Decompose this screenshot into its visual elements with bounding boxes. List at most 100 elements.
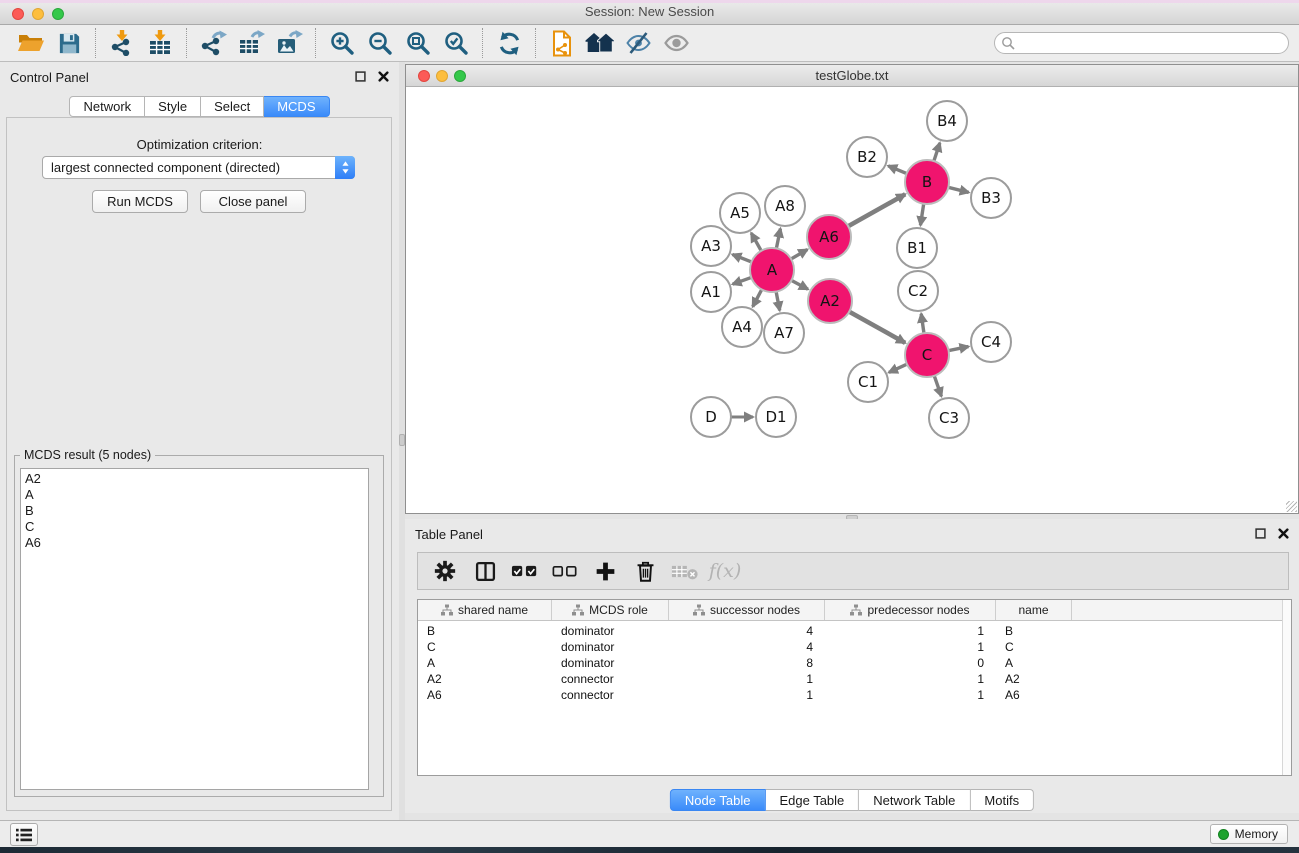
table-cell: 4	[669, 624, 825, 638]
table-tab-node-table[interactable]: Node Table	[670, 789, 766, 811]
graph-node-C3[interactable]: C3	[929, 398, 969, 438]
toolbar-separator	[535, 28, 536, 58]
memory-label: Memory	[1235, 827, 1278, 841]
float-panel-icon[interactable]	[355, 71, 366, 82]
table-tab-edge-table[interactable]: Edge Table	[765, 789, 859, 811]
network-graph: A A1 A2 A3 A4 A5 A6 A7 A8 B B1 B2 B3B4 C C1 C2 C3C4 D D1	[406, 87, 1298, 513]
control-tab-network[interactable]: Network	[69, 96, 145, 117]
column-header-predecessor-nodes[interactable]: predecessor nodes	[825, 600, 996, 620]
graph-node-D[interactable]: D	[691, 397, 731, 437]
hide-selected-button[interactable]	[619, 27, 657, 59]
graph-node-A6[interactable]: A6	[807, 215, 851, 259]
delete-table-button[interactable]	[668, 555, 702, 587]
mcds-result-item[interactable]: B	[25, 503, 368, 519]
table-row[interactable]: Adominator80A	[418, 655, 1282, 671]
table-cell: C	[418, 640, 552, 654]
open-file-button[interactable]	[12, 27, 50, 59]
table-tab-motifs[interactable]: Motifs	[970, 789, 1034, 811]
desktop-edge-strip	[0, 0, 1299, 3]
show-all-button[interactable]	[657, 27, 695, 59]
control-tab-select[interactable]: Select	[201, 96, 264, 117]
network-window-titlebar[interactable]: testGlobe.txt	[406, 65, 1298, 87]
graph-node-B[interactable]: B	[905, 160, 949, 204]
new-column-button[interactable]	[588, 555, 622, 587]
save-session-button[interactable]	[50, 27, 88, 59]
delete-columns-button[interactable]	[628, 555, 662, 587]
zoom-selected-button[interactable]	[437, 27, 475, 59]
run-mcds-button[interactable]: Run MCDS	[92, 190, 188, 213]
graph-node-A8[interactable]: A8	[765, 186, 805, 226]
graph-node-label: A2	[820, 292, 840, 310]
close-panel-button[interactable]: Close panel	[200, 190, 306, 213]
control-tab-mcds[interactable]: MCDS	[264, 96, 329, 117]
table-header-row: shared nameMCDS rolesuccessor nodesprede…	[418, 600, 1291, 621]
table-scrollbar[interactable]	[1282, 600, 1291, 775]
close-panel-icon[interactable]	[378, 71, 389, 82]
mcds-result-item[interactable]: A6	[25, 535, 368, 551]
zoom-fit-button[interactable]	[399, 27, 437, 59]
graph-node-A[interactable]: A	[750, 248, 794, 292]
task-history-button[interactable]	[10, 823, 38, 846]
memory-button[interactable]: Memory	[1210, 824, 1288, 844]
table-row[interactable]: Cdominator41C	[418, 639, 1282, 655]
export-table-button[interactable]	[232, 27, 270, 59]
graph-node-A4[interactable]: A4	[722, 307, 762, 347]
export-network-button[interactable]	[194, 27, 232, 59]
show-columns-button[interactable]	[468, 555, 502, 587]
graph-node-B2[interactable]: B2	[847, 137, 887, 177]
table-row[interactable]: A2connector11A2	[418, 671, 1282, 687]
column-header-successor-nodes[interactable]: successor nodes	[669, 600, 825, 620]
import-network-button[interactable]	[103, 27, 141, 59]
table-row[interactable]: Bdominator41B	[418, 623, 1282, 639]
control-tab-style[interactable]: Style	[145, 96, 201, 117]
table-row[interactable]: A6connector11A6	[418, 687, 1282, 703]
first-neighbors-button[interactable]	[581, 27, 619, 59]
network-canvas[interactable]: A A1 A2 A3 A4 A5 A6 A7 A8 B B1 B2 B3B4 C C1 C2 C3C4 D D1	[406, 87, 1298, 513]
graph-node-D1[interactable]: D1	[756, 397, 796, 437]
optimization-criterion-label: Optimization criterion:	[0, 137, 399, 152]
import-network-icon	[109, 30, 135, 56]
graph-node-B1[interactable]: B1	[897, 228, 937, 268]
deselect-all-rows-button[interactable]	[548, 555, 582, 587]
table-tab-network-table[interactable]: Network Table	[859, 789, 970, 811]
criterion-dropdown[interactable]: largest connected component (directed)	[42, 156, 355, 179]
refresh-button[interactable]	[490, 27, 528, 59]
mcds-result-item[interactable]: A2	[25, 471, 368, 487]
select-all-rows-button[interactable]	[508, 555, 542, 587]
column-header-name[interactable]: name	[996, 600, 1072, 620]
graph-node-C2[interactable]: C2	[898, 271, 938, 311]
close-table-panel-icon[interactable]	[1278, 528, 1289, 539]
export-image-button[interactable]	[270, 27, 308, 59]
network-resize-grip[interactable]	[1286, 501, 1297, 512]
graph-node-label: A1	[701, 283, 721, 301]
column-header-shared-name[interactable]: shared name	[418, 600, 552, 620]
fx-icon: f(x)	[709, 560, 742, 582]
graph-node-label: A4	[732, 318, 752, 336]
function-builder-button[interactable]: f(x)	[708, 555, 742, 587]
mcds-result-item[interactable]: C	[25, 519, 368, 535]
list-icon	[15, 827, 33, 843]
zoom-out-button[interactable]	[361, 27, 399, 59]
table-cell: A	[418, 656, 552, 670]
graph-node-A5[interactable]: A5	[720, 193, 760, 233]
zoom-in-button[interactable]	[323, 27, 361, 59]
graph-node-A3[interactable]: A3	[691, 226, 731, 266]
graph-node-A7[interactable]: A7	[764, 313, 804, 353]
import-table-button[interactable]	[141, 27, 179, 59]
graph-node-C4[interactable]: C4	[971, 322, 1011, 362]
graph-node-A1[interactable]: A1	[691, 272, 731, 312]
zoom-fit-icon	[405, 30, 431, 56]
graph-node-A2[interactable]: A2	[808, 279, 852, 323]
column-header-mcds-role[interactable]: MCDS role	[552, 600, 669, 620]
graph-node-B3[interactable]: B3	[971, 178, 1011, 218]
graph-node-B4[interactable]: B4	[927, 101, 967, 141]
graph-node-C[interactable]: C	[905, 333, 949, 377]
mcds-result-item[interactable]: A	[25, 487, 368, 503]
open-folder-icon	[17, 30, 45, 56]
toolbar-separator	[95, 28, 96, 58]
search-input[interactable]	[994, 32, 1289, 54]
float-table-panel-icon[interactable]	[1255, 528, 1266, 539]
table-mode-button[interactable]	[428, 555, 462, 587]
network-from-selection-button[interactable]	[543, 27, 581, 59]
graph-node-C1[interactable]: C1	[848, 362, 888, 402]
